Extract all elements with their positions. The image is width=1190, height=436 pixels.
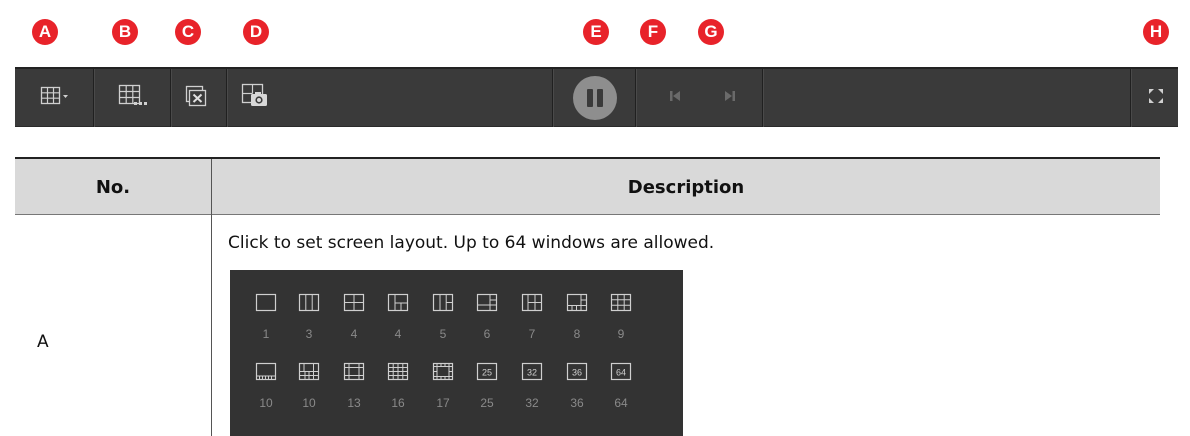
callout-d: D bbox=[243, 19, 269, 45]
fullscreen-button[interactable] bbox=[1143, 83, 1169, 113]
previous-frame-button[interactable] bbox=[663, 83, 687, 113]
layout-option-11[interactable] bbox=[298, 361, 320, 383]
layout-option-1[interactable] bbox=[255, 292, 277, 314]
layout-window-count: 8 bbox=[573, 327, 581, 341]
layout-window-count: 5 bbox=[439, 327, 447, 341]
layout-option-2[interactable] bbox=[298, 292, 320, 314]
callout-h: H bbox=[1143, 19, 1169, 45]
layout-window-count: 32 bbox=[525, 396, 539, 410]
layout-grid-icon bbox=[343, 362, 365, 381]
screen-layout-icon bbox=[40, 85, 74, 112]
layout-option-17[interactable]: 36 bbox=[566, 361, 588, 383]
layout-window-count: 25 bbox=[480, 396, 494, 410]
table-header: No. Description bbox=[15, 159, 1160, 215]
layout-option-4[interactable] bbox=[387, 292, 409, 314]
layout-option-16[interactable]: 32 bbox=[521, 361, 543, 383]
video-toolbar bbox=[15, 67, 1178, 127]
next-frame-icon bbox=[722, 88, 738, 109]
callout-g: G bbox=[698, 19, 724, 45]
layout-window-count: 16 bbox=[391, 396, 405, 410]
callout-f: F bbox=[640, 19, 666, 45]
svg-text:36: 36 bbox=[572, 368, 582, 378]
screen-layout-button[interactable] bbox=[37, 83, 77, 113]
header-no: No. bbox=[95, 176, 131, 198]
layout-window-count: 4 bbox=[394, 327, 402, 341]
layout-option-18[interactable]: 64 bbox=[610, 361, 632, 383]
layout-grid-icon bbox=[566, 293, 588, 312]
layout-grid-icon bbox=[521, 293, 543, 312]
row-no-cell: A bbox=[37, 332, 49, 352]
layout-grid-icon: 36 bbox=[566, 362, 588, 381]
layout-window-count: 7 bbox=[528, 327, 536, 341]
layout-option-14[interactable] bbox=[432, 361, 454, 383]
close-all-windows-button[interactable] bbox=[175, 83, 215, 113]
layout-window-count: 6 bbox=[483, 327, 491, 341]
svg-text:25: 25 bbox=[482, 368, 492, 378]
layout-grid-icon bbox=[432, 362, 454, 381]
layout-grid-icon bbox=[476, 293, 498, 312]
layout-window-count: 10 bbox=[259, 396, 273, 410]
layout-grid-icon: 32 bbox=[521, 362, 543, 381]
pause-button[interactable] bbox=[573, 76, 617, 120]
layout-window-count: 4 bbox=[350, 327, 358, 341]
layout-grid-icon bbox=[432, 293, 454, 312]
layout-option-8[interactable] bbox=[566, 292, 588, 314]
layout-grid-icon bbox=[255, 362, 277, 381]
custom-layout-icon bbox=[115, 83, 155, 114]
layout-grid-icon bbox=[610, 293, 632, 312]
next-frame-button[interactable] bbox=[718, 83, 742, 113]
fullscreen-icon bbox=[1147, 87, 1165, 110]
layout-grid-icon: 64 bbox=[610, 362, 632, 381]
snapshot-icon bbox=[238, 82, 272, 115]
layout-window-count: 10 bbox=[302, 396, 316, 410]
layout-window-count: 9 bbox=[617, 327, 625, 341]
layout-grid-icon bbox=[343, 293, 365, 312]
layout-window-count: 13 bbox=[347, 396, 361, 410]
layout-option-10[interactable] bbox=[255, 361, 277, 383]
header-description: Description bbox=[627, 176, 745, 198]
layout-option-7[interactable] bbox=[521, 292, 543, 314]
layout-option-9[interactable] bbox=[610, 292, 632, 314]
layout-grid-icon bbox=[298, 362, 320, 381]
close-all-windows-icon bbox=[181, 83, 209, 114]
layout-option-3[interactable] bbox=[343, 292, 365, 314]
custom-layout-button[interactable] bbox=[113, 83, 157, 113]
snapshot-button[interactable] bbox=[233, 83, 277, 113]
row-description-cell: Click to set screen layout. Up to 64 win… bbox=[228, 233, 715, 253]
layout-window-count: 36 bbox=[570, 396, 584, 410]
layout-option-13[interactable] bbox=[387, 361, 409, 383]
layout-option-6[interactable] bbox=[476, 292, 498, 314]
layout-window-count: 1 bbox=[262, 327, 270, 341]
layout-grid-icon bbox=[255, 293, 277, 312]
callout-e: E bbox=[583, 19, 609, 45]
callout-c: C bbox=[175, 19, 201, 45]
layout-grid-icon: 25 bbox=[476, 362, 498, 381]
layout-grid-icon bbox=[298, 293, 320, 312]
layout-window-count: 3 bbox=[305, 327, 313, 341]
layout-option-5[interactable] bbox=[432, 292, 454, 314]
svg-text:32: 32 bbox=[527, 368, 537, 378]
layout-panel: 1 3 4 4 5 6 7 8 9 10 10 13 16 17 25 25 32 32 36 36 64 64 bbox=[230, 270, 683, 436]
callout-b: B bbox=[112, 19, 138, 45]
layout-grid-icon bbox=[387, 362, 409, 381]
layout-window-count: 64 bbox=[614, 396, 628, 410]
callout-a: A bbox=[32, 19, 58, 45]
pause-icon bbox=[585, 89, 605, 107]
layout-window-count: 17 bbox=[436, 396, 450, 410]
layout-grid-icon bbox=[387, 293, 409, 312]
layout-option-12[interactable] bbox=[343, 361, 365, 383]
svg-text:64: 64 bbox=[616, 368, 626, 378]
previous-frame-icon bbox=[667, 88, 683, 109]
layout-option-15[interactable]: 25 bbox=[476, 361, 498, 383]
